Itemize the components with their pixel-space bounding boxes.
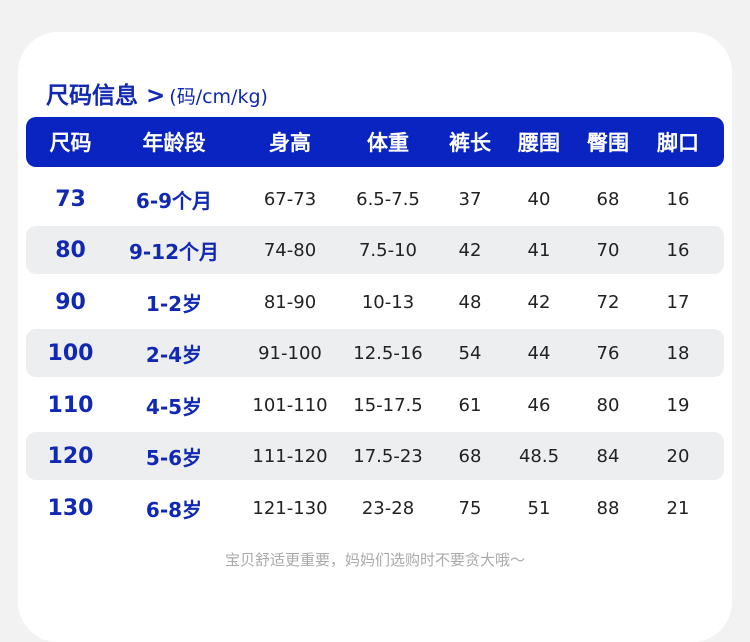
size-row: 80 9-12个月 74-80 7.5-10 42 41 70 16 xyxy=(26,226,724,274)
pants-length-cell: 37 xyxy=(458,188,482,210)
weight-cell: 7.5-10 xyxy=(358,239,418,261)
header-cuff: 脚口 xyxy=(657,131,699,155)
cuff-cell: 17 xyxy=(666,291,690,313)
section-title: 尺码信息 > (码/cm/kg) xyxy=(46,76,268,109)
header-size: 尺码 xyxy=(49,131,92,155)
pants-length-cell: 61 xyxy=(458,394,482,416)
title-unit: (码/cm/kg) xyxy=(169,86,268,108)
hip-cell: 70 xyxy=(596,239,620,261)
cuff-cell: 16 xyxy=(666,188,690,210)
age-cell: 6-9个月 xyxy=(135,188,213,213)
weight-cell: 17.5-23 xyxy=(353,445,423,467)
age-cell: 4-5岁 xyxy=(145,394,203,419)
size-row: 120 5-6岁 111-120 17.5-23 68 48.5 84 20 xyxy=(26,432,724,480)
waist-cell: 41 xyxy=(527,239,551,261)
size-cell: 90 xyxy=(55,289,86,315)
age-cell: 1-2岁 xyxy=(145,291,203,316)
size-row: 130 6-8岁 121-130 23-28 75 51 88 21 xyxy=(26,484,724,532)
weight-cell: 15-17.5 xyxy=(353,394,423,416)
hip-cell: 84 xyxy=(596,445,620,467)
weight-cell: 12.5-16 xyxy=(353,342,423,364)
waist-cell: 51 xyxy=(527,497,551,519)
weight-cell: 6.5-7.5 xyxy=(356,188,420,210)
pants-length-cell: 54 xyxy=(458,342,482,364)
size-row: 110 4-5岁 101-110 15-17.5 61 46 80 19 xyxy=(26,381,724,429)
pants-length-cell: 42 xyxy=(458,239,482,261)
height-cell: 81-90 xyxy=(263,291,317,313)
size-cell: 120 xyxy=(47,443,94,469)
cuff-cell: 21 xyxy=(666,497,690,519)
header-hip: 臀围 xyxy=(587,131,629,155)
hip-cell: 76 xyxy=(596,342,620,364)
size-cell: 80 xyxy=(55,237,86,263)
size-table-header: 尺码 年龄段 身高 体重 裤长 腰围 臀围 脚口 xyxy=(26,117,724,167)
weight-cell: 23-28 xyxy=(361,497,415,519)
pants-length-cell: 75 xyxy=(458,497,482,519)
height-cell: 111-120 xyxy=(252,445,328,467)
size-row: 100 2-4岁 91-100 12.5-16 54 44 76 18 xyxy=(26,329,724,377)
size-row: 73 6-9个月 67-73 6.5-7.5 37 40 68 16 xyxy=(26,175,724,223)
height-cell: 121-130 xyxy=(252,497,328,519)
size-cell: 110 xyxy=(47,392,94,418)
pants-length-cell: 48 xyxy=(458,291,482,313)
size-cell: 100 xyxy=(47,340,94,366)
header-pants-length: 裤长 xyxy=(449,131,491,155)
header-weight: 体重 xyxy=(367,131,409,155)
footnote: 宝贝舒适更重要，妈妈们选购时不要贪大哦～ xyxy=(224,551,525,569)
age-cell: 2-4岁 xyxy=(145,342,203,367)
hip-cell: 80 xyxy=(596,394,620,416)
pants-length-cell: 68 xyxy=(458,445,482,467)
age-cell: 9-12个月 xyxy=(128,239,220,264)
height-cell: 101-110 xyxy=(252,394,328,416)
cuff-cell: 20 xyxy=(666,445,690,467)
waist-cell: 44 xyxy=(527,342,551,364)
cuff-cell: 18 xyxy=(666,342,690,364)
height-cell: 67-73 xyxy=(263,188,317,210)
header-age: 年龄段 xyxy=(142,131,206,155)
size-cell: 130 xyxy=(47,495,94,521)
size-cell: 73 xyxy=(55,186,86,212)
hip-cell: 72 xyxy=(596,291,620,313)
size-row: 90 1-2岁 81-90 10-13 48 42 72 17 xyxy=(26,278,724,326)
age-cell: 5-6岁 xyxy=(145,445,203,470)
title-main: 尺码信息 > xyxy=(46,83,166,109)
cuff-cell: 16 xyxy=(666,239,690,261)
weight-cell: 10-13 xyxy=(361,291,415,313)
hip-cell: 68 xyxy=(596,188,620,210)
age-cell: 6-8岁 xyxy=(145,497,203,522)
header-height: 身高 xyxy=(269,131,311,155)
waist-cell: 46 xyxy=(527,394,551,416)
height-cell: 74-80 xyxy=(263,239,317,261)
hip-cell: 88 xyxy=(596,497,620,519)
cuff-cell: 19 xyxy=(666,394,690,416)
waist-cell: 40 xyxy=(527,188,551,210)
waist-cell: 42 xyxy=(527,291,551,313)
header-waist: 腰围 xyxy=(518,131,560,155)
waist-cell: 48.5 xyxy=(518,445,560,467)
height-cell: 91-100 xyxy=(258,342,322,364)
